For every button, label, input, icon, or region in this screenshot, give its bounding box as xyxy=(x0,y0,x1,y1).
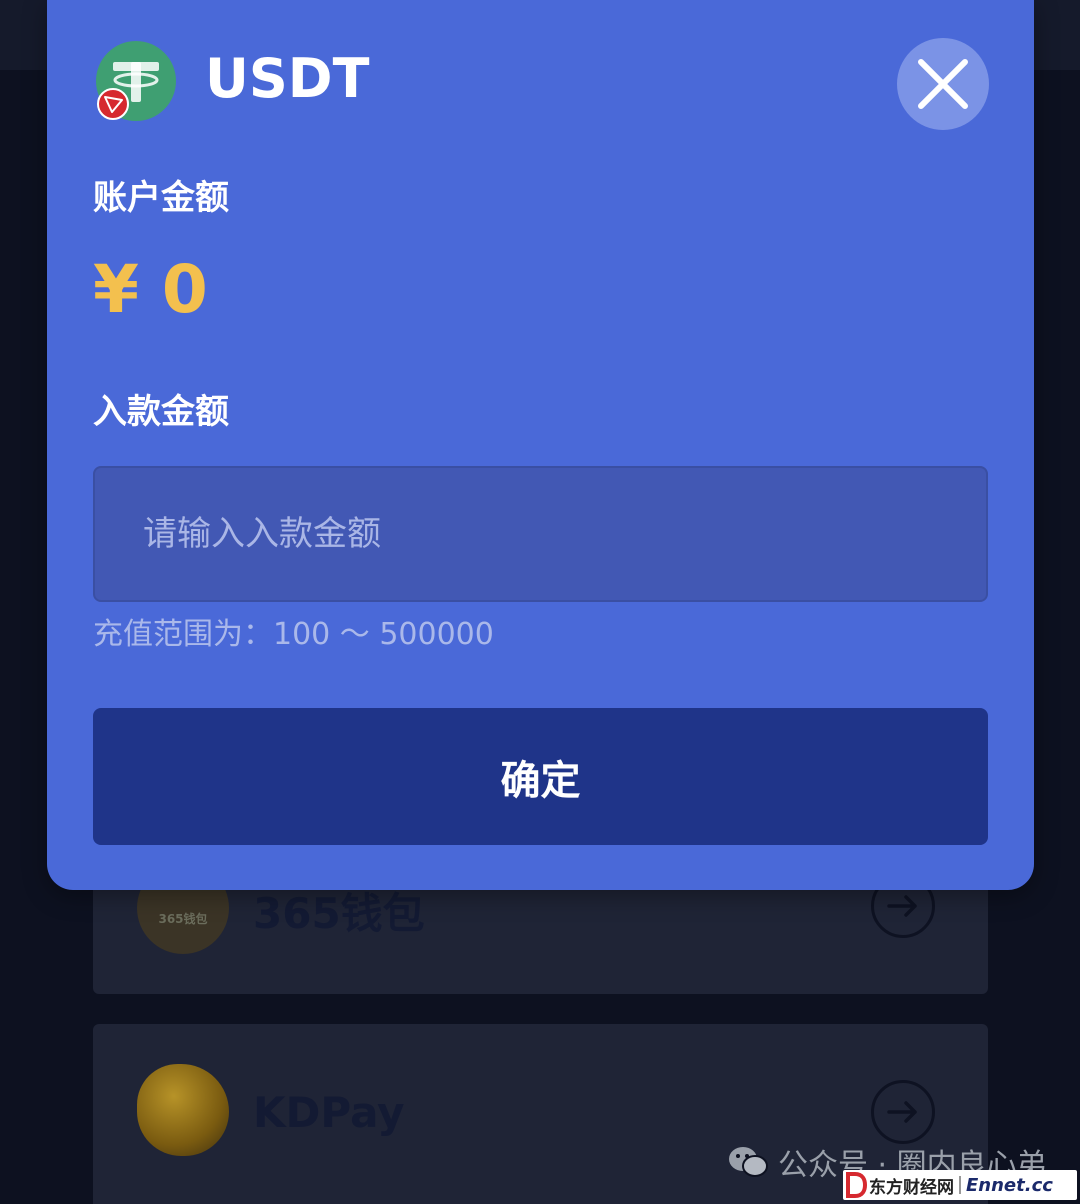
site-name-en: Ennet.cc xyxy=(966,1174,1053,1196)
tether-icon xyxy=(95,40,177,122)
wechat-icon xyxy=(729,1147,768,1177)
coin-title: USDT xyxy=(205,47,370,110)
tron-badge-icon xyxy=(97,88,129,120)
deposit-amount-input[interactable] xyxy=(93,466,988,602)
site-name-cn: 东方财经网 xyxy=(869,1177,954,1198)
kdpay-logo xyxy=(137,1064,229,1156)
deposit-range-hint: 充值范围为：100 ～ 500000 xyxy=(93,617,494,652)
deposit-amount-label: 入款金额 xyxy=(93,392,229,432)
balance-label: 账户金额 xyxy=(93,178,229,218)
balance-value: ¥ 0 xyxy=(93,251,208,328)
close-icon xyxy=(918,59,968,109)
site-name-divider xyxy=(959,1176,961,1194)
confirm-button[interactable]: 确定 xyxy=(93,708,988,845)
payment-method-name: KDPay xyxy=(253,1088,405,1137)
site-logo-icon xyxy=(846,1172,867,1198)
arrow-right-circle-icon[interactable] xyxy=(871,1080,935,1144)
close-button[interactable] xyxy=(897,38,989,130)
wallet-365-logo-text: 365钱包 xyxy=(158,912,208,926)
site-watermark: 东方财经网 Ennet.cc xyxy=(843,1170,1077,1200)
deposit-modal: USDT 账户金额 ¥ 0 入款金额 充值范围为：100 ～ 500000 确定 xyxy=(47,0,1034,890)
